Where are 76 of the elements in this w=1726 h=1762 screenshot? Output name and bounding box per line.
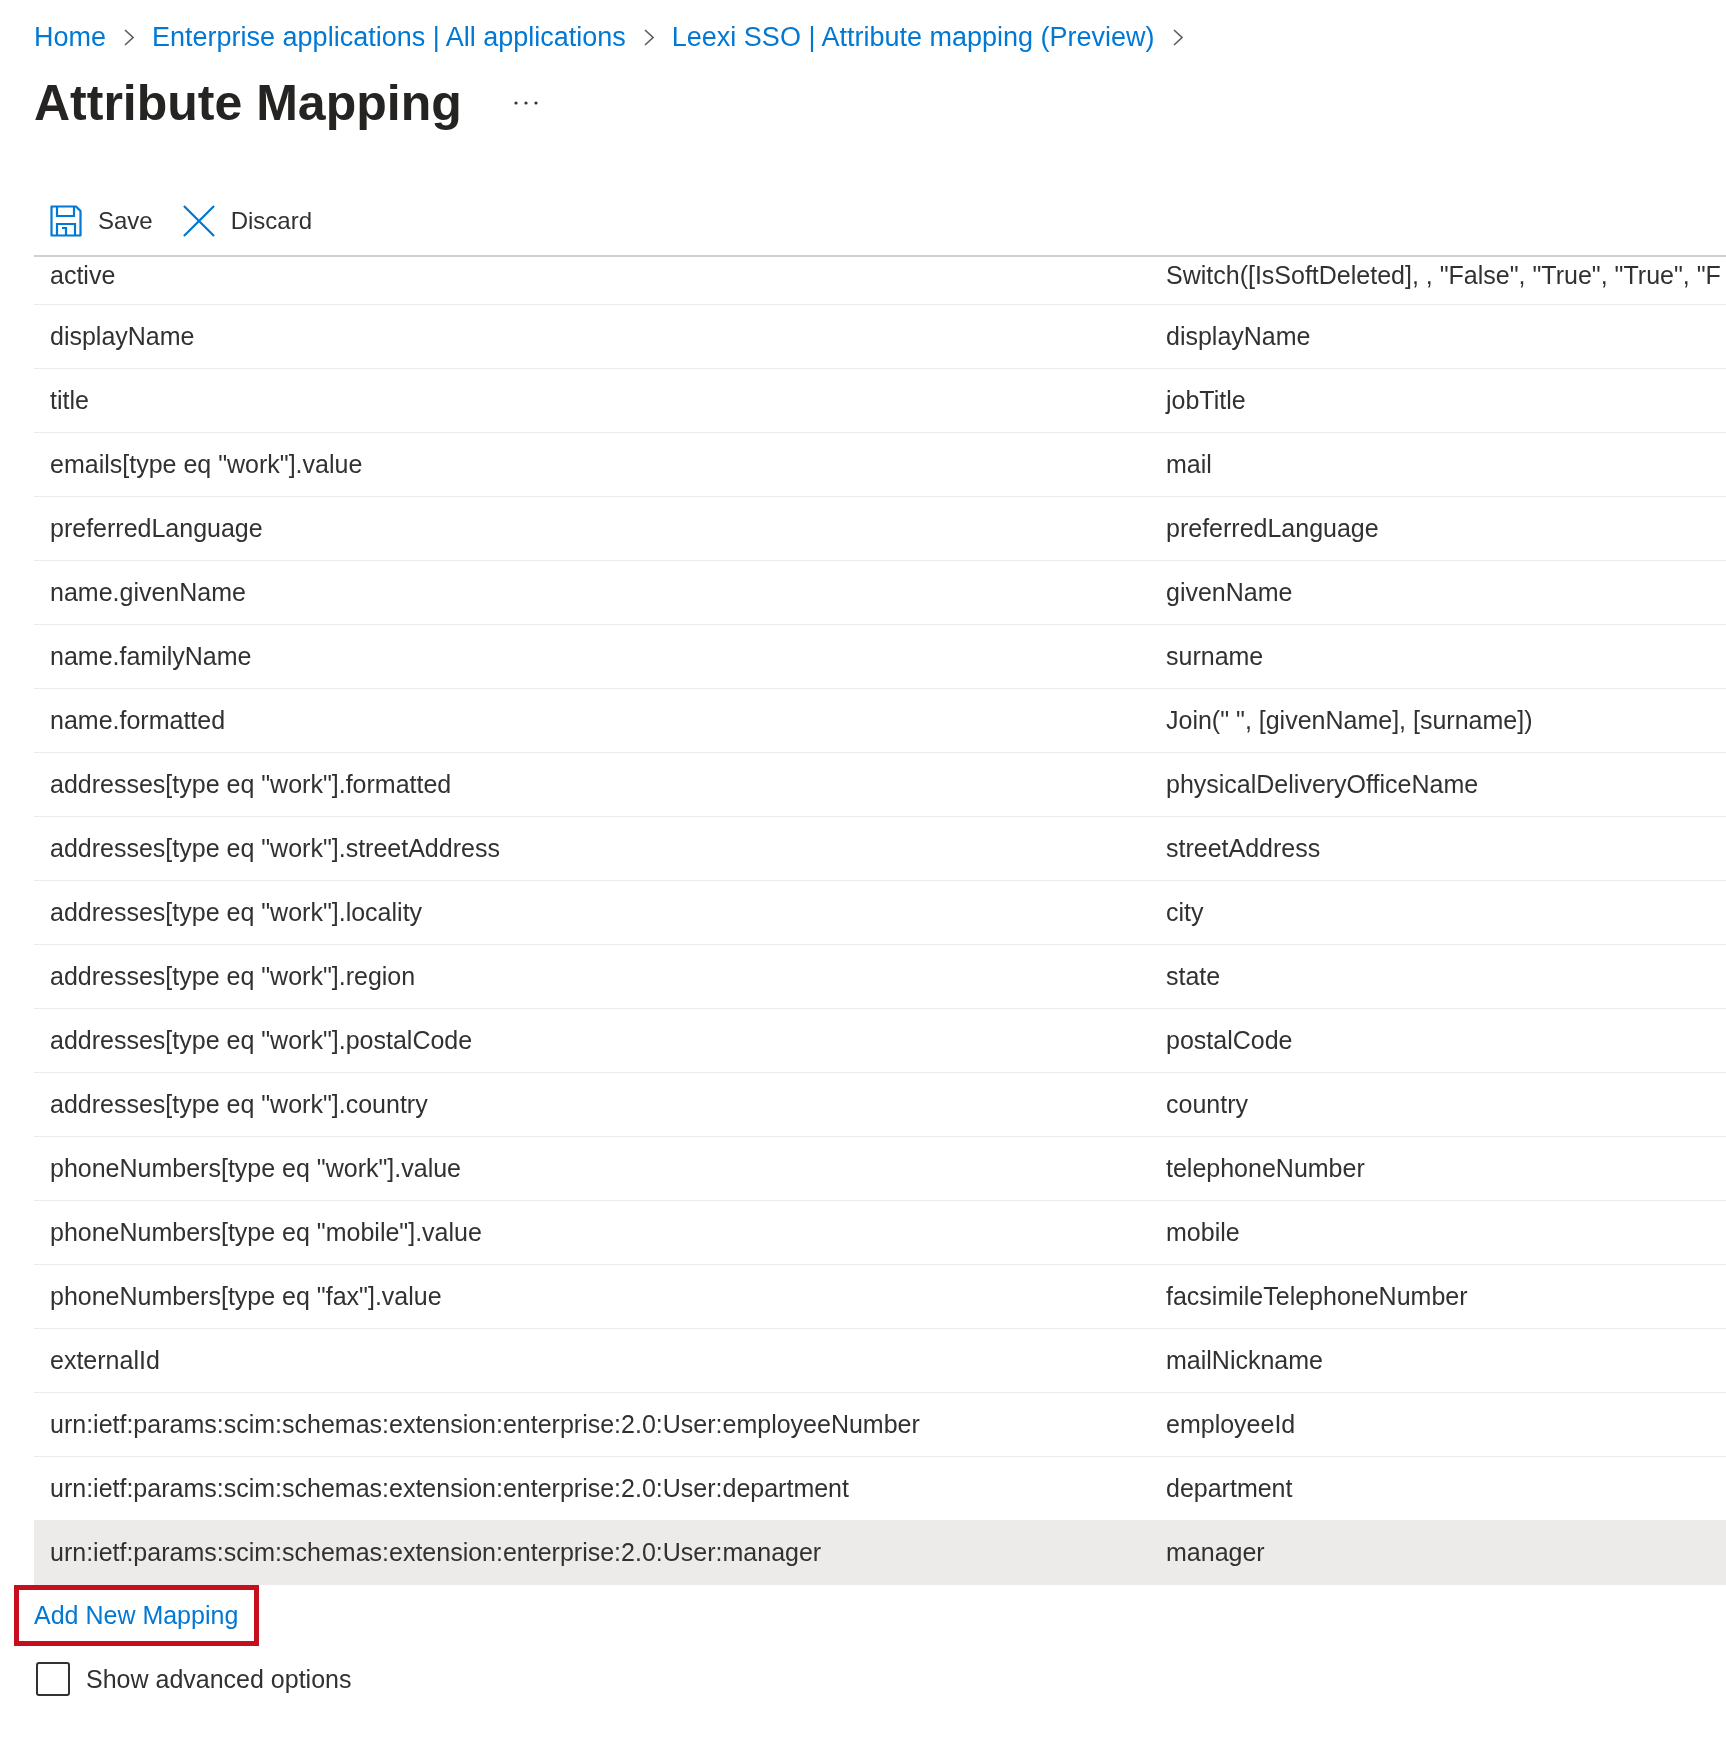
table-row[interactable]: externalId mailNickname — [34, 1329, 1726, 1393]
table-cell: addresses[type eq "work"].country — [50, 1090, 428, 1119]
table-row[interactable]: displayName displayName — [34, 305, 1726, 369]
table-row[interactable]: emails[type eq "work"].value mail — [34, 433, 1726, 497]
table-cell: department — [1166, 1474, 1293, 1503]
table-cell: phoneNumbers[type eq "fax"].value — [50, 1282, 442, 1311]
table-cell: addresses[type eq "work"].locality — [50, 898, 423, 927]
table-cell: externalId — [50, 1346, 160, 1375]
breadcrumb-link[interactable]: Enterprise applications | All applications — [152, 20, 626, 54]
table-cell: phoneNumbers[type eq "work"].value — [50, 1154, 462, 1183]
table-cell: addresses[type eq "work"].postalCode — [50, 1026, 473, 1055]
table-cell: surname — [1166, 642, 1264, 671]
table-cell: name.familyName — [50, 642, 252, 671]
chevron-icon — [1172, 28, 1183, 46]
table-row[interactable]: addresses[type eq "work"].country country — [34, 1073, 1726, 1137]
table-cell: preferredLanguage — [1166, 514, 1379, 543]
table-cell: employeeId — [1166, 1410, 1296, 1439]
table-cell: city — [1166, 898, 1204, 927]
table-row[interactable]: phoneNumbers[type eq "fax"].value facsimileTelephoneNumber — [34, 1265, 1726, 1329]
table-cell: displayName — [1166, 322, 1311, 351]
table-row[interactable]: preferredLanguage preferredLanguage — [34, 497, 1726, 561]
table-cell: urn:ietf:params:scim:schemas:extension:enterprise:2.0:User:manager — [50, 1538, 822, 1567]
table-cell: active — [50, 261, 116, 290]
table-cell: country — [1166, 1090, 1248, 1119]
table-cell: name.givenName — [50, 578, 246, 607]
table-row[interactable]: addresses[type eq "work"].postalCode postalCode — [34, 1009, 1726, 1073]
table-row[interactable]: name.givenName givenName — [34, 561, 1726, 625]
table-cell: addresses[type eq "work"].streetAddress — [50, 834, 500, 863]
close-icon — [182, 205, 215, 237]
table-cell: name.formatted — [50, 706, 226, 735]
table-cell: jobTitle — [1166, 386, 1246, 415]
chevron-icon — [643, 28, 654, 46]
table-cell: Join(" ", [givenName], [surname]) — [1166, 706, 1533, 735]
table-row[interactable]: phoneNumbers[type eq "work"].value telephoneNumber — [34, 1137, 1726, 1201]
breadcrumb-link[interactable]: Home — [34, 20, 107, 54]
table-cell: physicalDeliveryOfficeName — [1166, 770, 1479, 799]
table-cell: addresses[type eq "work"].region — [50, 962, 416, 991]
table-row[interactable]: addresses[type eq "work"].locality city — [34, 881, 1726, 945]
page-title: Attribute Mapping — [34, 75, 462, 131]
table-cell: emails[type eq "work"].value — [50, 450, 363, 479]
table-cell: urn:ietf:params:scim:schemas:extension:enterprise:2.0:User:employeeNumber — [50, 1410, 920, 1439]
table-row[interactable]: urn:ietf:params:scim:schemas:extension:enterprise:2.0:User:employeeNumber employeeId — [34, 1393, 1726, 1457]
checkbox[interactable] — [36, 1662, 70, 1696]
table-cell: phoneNumbers[type eq "mobile"].value — [50, 1218, 482, 1247]
breadcrumb-link[interactable]: Leexi SSO | Attribute mapping (Preview) — [671, 20, 1155, 54]
table-cell: preferredLanguage — [50, 514, 263, 543]
discard-button[interactable]: Discard — [166, 191, 327, 251]
table-row[interactable]: urn:ietf:params:scim:schemas:extension:enterprise:2.0:User:manager manager — [34, 1521, 1726, 1585]
table-row[interactable]: name.formatted Join(" ", [givenName], [surname]) — [34, 689, 1726, 753]
table-cell: urn:ietf:params:scim:schemas:extension:enterprise:2.0:User:department — [50, 1474, 849, 1503]
table-cell: facsimileTelephoneNumber — [1166, 1282, 1468, 1311]
table-row[interactable]: name.familyName surname — [34, 625, 1726, 689]
save-button[interactable]: Save — [34, 191, 167, 251]
table-cell: Switch([IsSoftDeleted], , "False", "True", "True", "F — [1166, 261, 1721, 290]
table-row[interactable]: phoneNumbers[type eq "mobile"].value mobile — [34, 1201, 1726, 1265]
add-new-mapping-link[interactable]: Add New Mapping — [34, 1590, 239, 1641]
table-cell: manager — [1166, 1538, 1265, 1567]
more-icon — [513, 101, 538, 105]
table-cell: postalCode — [1166, 1026, 1293, 1055]
checkbox-label[interactable]: Show advanced options — [86, 1664, 352, 1694]
table-cell: state — [1166, 962, 1221, 991]
chevron-icon — [124, 28, 135, 46]
table-cell: title — [50, 386, 89, 415]
table-cell: mail — [1166, 450, 1212, 479]
table-cell: addresses[type eq "work"].formatted — [50, 770, 452, 799]
table-cell: telephoneNumber — [1166, 1154, 1365, 1183]
table-cell: displayName — [50, 322, 195, 351]
table-row[interactable]: addresses[type eq "work"].streetAddress streetAddress — [34, 817, 1726, 881]
table-row[interactable]: addresses[type eq "work"].region state — [34, 945, 1726, 1009]
table-cell: givenName — [1166, 578, 1293, 607]
table-cell: mobile — [1166, 1218, 1240, 1247]
table-cell: streetAddress — [1166, 834, 1321, 863]
table-row[interactable]: addresses[type eq "work"].formatted physicalDeliveryOfficeName — [34, 753, 1726, 817]
table-row[interactable]: title jobTitle — [34, 369, 1726, 433]
table-row[interactable]: active Switch([IsSoftDeleted], , "False", "True", "True", "F — [34, 257, 1726, 305]
table-cell: mailNickname — [1166, 1346, 1323, 1375]
